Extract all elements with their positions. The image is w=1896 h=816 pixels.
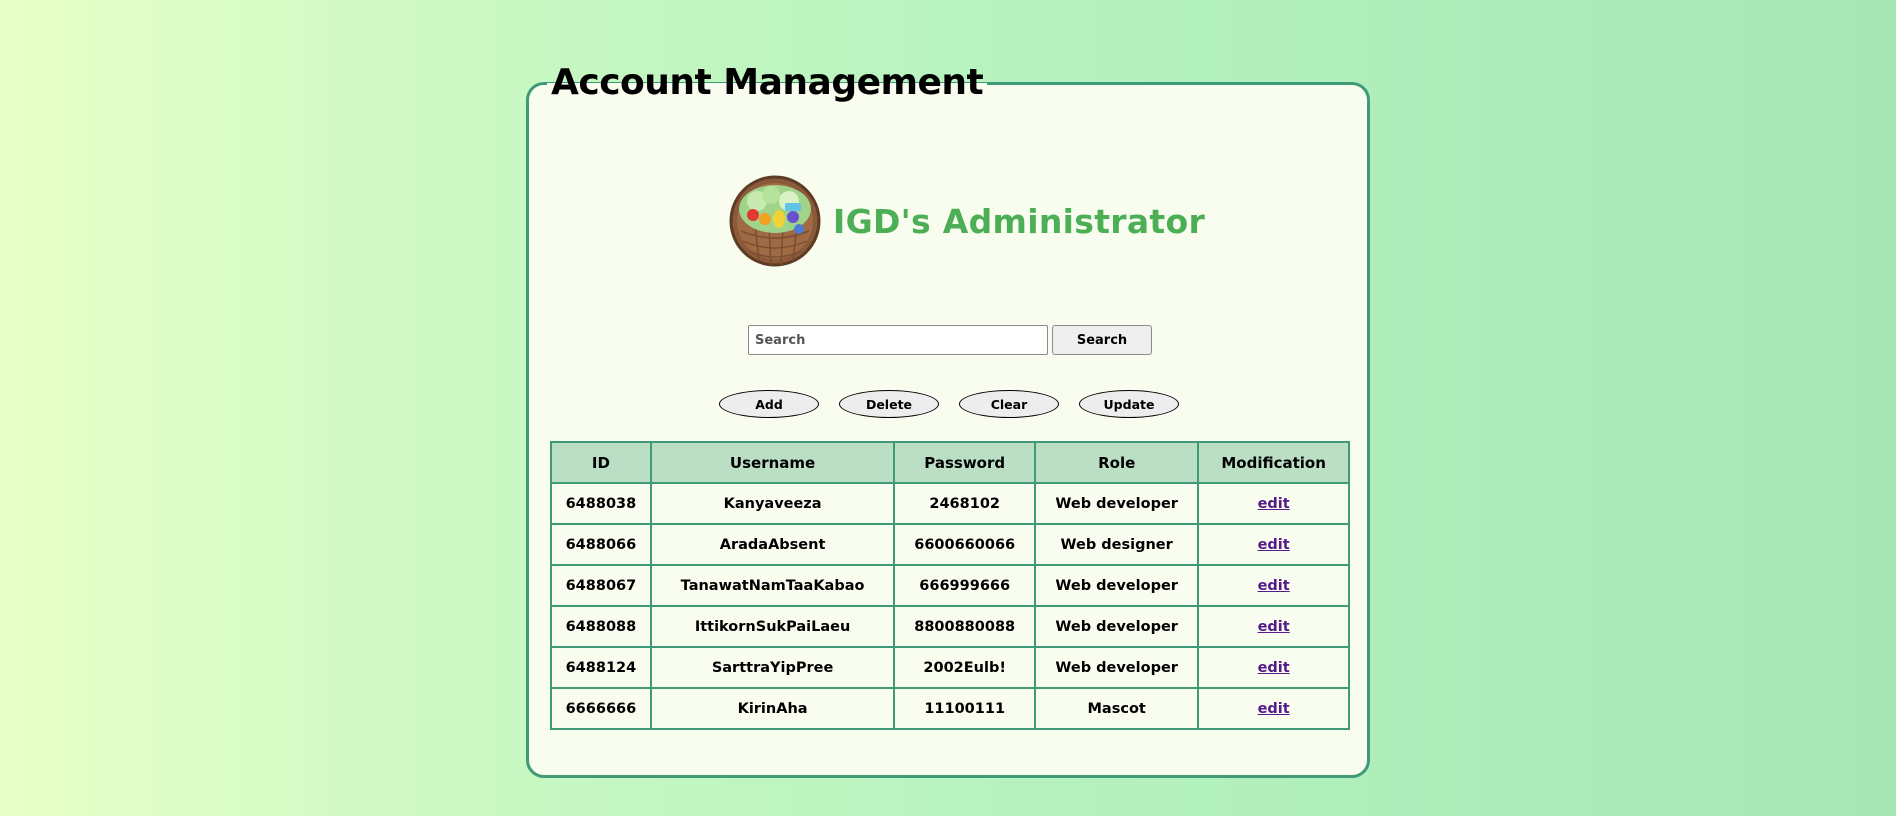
cell-role: Mascot [1034,687,1200,730]
cell-id: 6488067 [550,564,652,607]
cell-id: 6488038 [550,482,652,525]
vegetable-basket-logo-icon [729,175,821,267]
delete-button[interactable]: Delete [839,390,939,418]
cell-password: 666999666 [893,564,1037,607]
page-title: Account Management [547,61,988,105]
table-row: 6488124 SarttraYipPree 2002Eulb! Web dev… [550,646,1350,689]
search-button[interactable]: Search [1052,325,1152,355]
cell-id: 6666666 [550,687,652,730]
table-row: 6488067 TanawatNamTaaKabao 666999666 Web… [550,564,1350,607]
clear-button[interactable]: Clear [959,390,1059,418]
column-header-password: Password [893,441,1037,484]
accounts-table: ID Username Password Role Modification 6… [550,441,1350,730]
cell-username: IttikornSukPaiLaeu [649,605,896,648]
table-row: 6488038 Kanyaveeza 2468102 Web developer… [550,482,1350,525]
edit-link[interactable]: edit [1258,578,1290,594]
column-header-modification: Modification [1197,441,1350,484]
cell-role: Web developer [1034,605,1200,648]
cell-password: 2468102 [893,482,1037,525]
cell-username: AradaAbsent [649,523,896,566]
cell-role: Web developer [1034,646,1200,689]
column-header-id: ID [550,441,652,484]
cell-modification: edit [1197,482,1350,525]
cell-modification: edit [1197,564,1350,607]
cell-password: 6600660066 [893,523,1037,566]
column-header-role: Role [1034,441,1200,484]
brand-name: IGD's Administrator [833,201,1206,241]
cell-modification: edit [1197,523,1350,566]
cell-role: Web developer [1034,564,1200,607]
account-management-panel: Account Management IGD's Administrator S… [526,61,1370,778]
edit-link[interactable]: edit [1258,619,1290,635]
cell-password: 11100111 [893,687,1037,730]
edit-link[interactable]: edit [1258,496,1290,512]
cell-username: SarttraYipPree [649,646,896,689]
cell-password: 2002Eulb! [893,646,1037,689]
cell-id: 6488124 [550,646,652,689]
table-row: 6488088 IttikornSukPaiLaeu 8800880088 We… [550,605,1350,648]
cell-modification: edit [1197,687,1350,730]
cell-modification: edit [1197,605,1350,648]
search-input[interactable] [748,325,1048,355]
cell-role: Web designer [1034,523,1200,566]
table-row: 6666666 KirinAha 11100111 Mascot edit [550,687,1350,730]
column-header-username: Username [649,441,896,484]
cell-username: KirinAha [649,687,896,730]
edit-link[interactable]: edit [1258,701,1290,717]
search-bar: Search [748,325,1152,355]
cell-id: 6488088 [550,605,652,648]
action-buttons: Add Delete Clear Update [719,390,1179,418]
cell-username: TanawatNamTaaKabao [649,564,896,607]
cell-password: 8800880088 [893,605,1037,648]
table-row: 6488066 AradaAbsent 6600660066 Web desig… [550,523,1350,566]
table-header-row: ID Username Password Role Modification [550,441,1350,484]
edit-link[interactable]: edit [1258,537,1290,553]
cell-id: 6488066 [550,523,652,566]
update-button[interactable]: Update [1079,390,1179,418]
brand-header: IGD's Administrator [729,175,1205,267]
add-button[interactable]: Add [719,390,819,418]
cell-username: Kanyaveeza [649,482,896,525]
edit-link[interactable]: edit [1258,660,1290,676]
cell-modification: edit [1197,646,1350,689]
cell-role: Web developer [1034,482,1200,525]
